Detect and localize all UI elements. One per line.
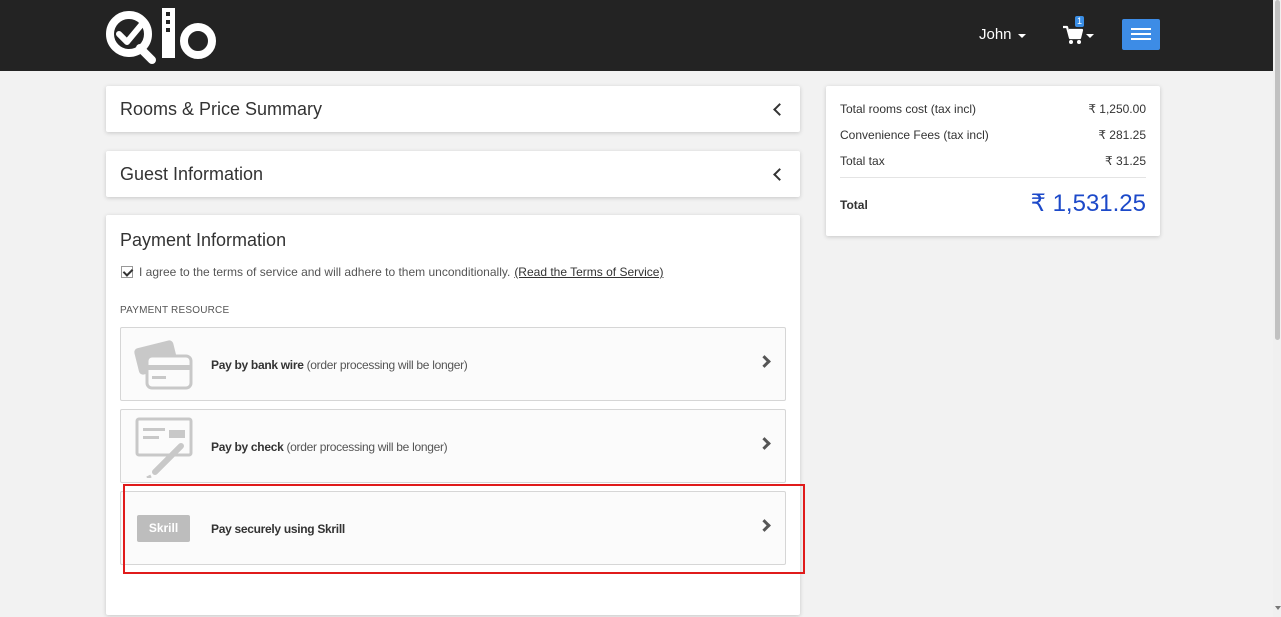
terms-text: I agree to the terms of service and will… — [139, 265, 511, 279]
chevron-right-icon — [758, 437, 771, 450]
hamburger-menu-button[interactable] — [1122, 19, 1160, 50]
user-name: John — [979, 26, 1012, 43]
chevron-down-icon — [1086, 34, 1094, 38]
divider — [840, 177, 1146, 178]
chevron-left-icon — [773, 168, 786, 181]
pay-by-check-option[interactable]: Pay by check (order processing will be l… — [120, 409, 786, 483]
payment-information-panel: Payment Information I agree to the terms… — [106, 215, 800, 615]
bank-card-icon — [134, 340, 193, 390]
panel-title: Guest Information — [120, 164, 264, 184]
guest-information-panel[interactable]: Guest Information — [106, 151, 800, 197]
menu-line — [1131, 28, 1151, 30]
top-navbar: John 1 — [0, 0, 1273, 71]
terms-agreement: I agree to the terms of service and will… — [121, 265, 663, 279]
cart-button[interactable]: 1 — [1062, 16, 1098, 48]
user-menu[interactable]: John — [979, 26, 1026, 43]
total-label: Total — [840, 198, 868, 212]
scrollbar-thumb[interactable] — [1275, 0, 1280, 340]
scroll-down-arrow-icon[interactable] — [1275, 606, 1281, 610]
order-summary-card: Total rooms cost (tax incl) ₹ 1,250.00 C… — [826, 86, 1160, 236]
summary-label: Total rooms cost (tax incl) — [840, 102, 977, 116]
chevron-down-icon — [1017, 33, 1026, 38]
option-title: Pay securely using Skrill — [211, 522, 345, 536]
pay-by-bank-wire-option[interactable]: Pay by bank wire (order processing will … — [120, 327, 786, 401]
option-label: Pay by bank wire (order processing will … — [211, 358, 468, 372]
option-label: Pay by check (order processing will be l… — [211, 440, 448, 454]
skrill-logo-icon: Skrill — [137, 515, 190, 542]
panel-title: Rooms & Price Summary — [120, 99, 323, 119]
qlo-logo[interactable] — [104, 8, 219, 64]
total-value: ₹ 1,531.25 — [1030, 190, 1146, 217]
chevron-left-icon — [773, 103, 786, 116]
option-note: (order processing will be longer) — [283, 440, 448, 454]
summary-value: ₹ 31.25 — [1105, 154, 1146, 168]
option-title: Pay by check — [211, 440, 284, 454]
payment-resource-label: PAYMENT RESOURCE — [120, 305, 230, 316]
chevron-right-icon — [758, 519, 771, 532]
terms-checkbox[interactable] — [121, 266, 133, 278]
pay-with-skrill-option[interactable]: Skrill Pay securely using Skrill — [120, 491, 786, 565]
summary-label: Convenience Fees (tax incl) — [840, 128, 989, 142]
option-title: Pay by bank wire — [211, 358, 304, 372]
chevron-right-icon — [758, 355, 771, 368]
summary-value: ₹ 1,250.00 — [1088, 102, 1146, 116]
shopping-cart-icon — [1063, 25, 1084, 44]
option-note: (order processing will be longer) — [303, 358, 468, 372]
terms-of-service-link[interactable]: (Read the Terms of Service) — [514, 265, 663, 279]
menu-line — [1131, 38, 1151, 40]
menu-line — [1131, 33, 1151, 35]
summary-row: Convenience Fees (tax incl) ₹ 281.25 — [840, 128, 1146, 142]
summary-label: Total tax — [840, 154, 885, 168]
cart-count-badge: 1 — [1075, 16, 1085, 27]
option-label: Pay securely using Skrill — [211, 522, 345, 536]
summary-value: ₹ 281.25 — [1098, 128, 1146, 142]
rooms-price-summary-panel[interactable]: Rooms & Price Summary — [106, 86, 800, 132]
summary-row: Total tax ₹ 31.25 — [840, 154, 1146, 168]
panel-title: Payment Information — [120, 230, 287, 250]
check-pen-icon — [135, 417, 193, 478]
summary-row: Total rooms cost (tax incl) ₹ 1,250.00 — [840, 102, 1146, 116]
